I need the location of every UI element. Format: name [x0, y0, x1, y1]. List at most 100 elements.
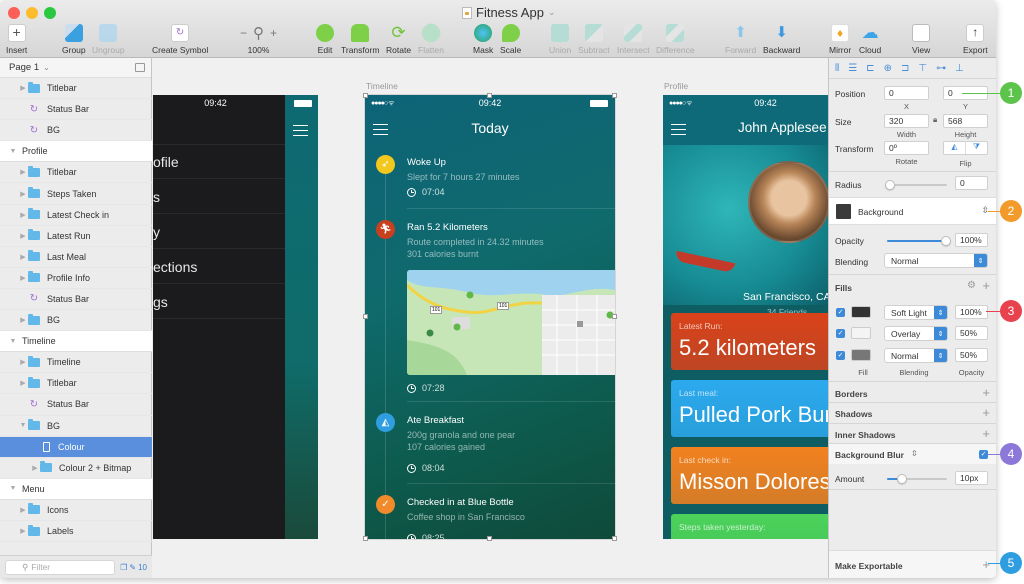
collapse-pages-icon[interactable]	[135, 63, 145, 72]
background-blur-checkbox[interactable]: ✓	[979, 450, 988, 459]
hamburger-icon[interactable]	[293, 125, 308, 136]
lock-icon[interactable]: 🔒︎	[933, 115, 937, 125]
fill-blend-select[interactable]: Soft Light ⇕	[884, 305, 948, 320]
background-blur-title[interactable]: Background Blur	[835, 450, 904, 460]
radius-slider-knob[interactable]	[885, 180, 895, 190]
layer-row[interactable]: ▶ Icons	[0, 500, 152, 521]
timeline-artboard[interactable]: ●●●●○ ᯤ 09:42 Today ➶ Woke Up Slept for 7 …	[364, 94, 616, 540]
resize-handle[interactable]	[487, 93, 492, 98]
add-shadow-button[interactable]: +	[982, 406, 990, 419]
position-x-field[interactable]: 0	[884, 86, 929, 100]
layer-row[interactable]: ↻ BG	[0, 120, 152, 142]
layer-row[interactable]: Colour	[0, 436, 152, 458]
profile-card[interactable]: Last check in: Misson Dolores	[671, 447, 828, 504]
fill-opacity-field[interactable]: 100%	[955, 305, 988, 319]
menu-item-profile[interactable]: ofile	[153, 145, 285, 179]
opacity-slider[interactable]	[887, 236, 951, 246]
resize-handle[interactable]	[363, 314, 368, 319]
align-center-icon[interactable]: ⊕	[884, 63, 892, 74]
filter-input[interactable]: ⚲ Filter	[5, 559, 116, 575]
view-button[interactable]: View	[912, 24, 930, 55]
resize-handle[interactable]	[363, 93, 368, 98]
blending-select[interactable]: Normal ⇕	[884, 253, 988, 268]
align-left-icon[interactable]: ⊏	[866, 63, 874, 74]
flip-horizontal-icon[interactable]: ◭	[944, 142, 966, 154]
layer-row[interactable]: ▶ Timeline	[0, 352, 152, 374]
menu-artboard[interactable]: 09:42 ofile s y ections gs	[153, 95, 318, 539]
layer-row[interactable]: ▼ Menu	[0, 478, 152, 500]
profile-artboard-label[interactable]: Profile	[664, 81, 688, 91]
intersect-button[interactable]: Intersect	[617, 24, 650, 55]
fill-color-swatch[interactable]	[851, 306, 871, 318]
distribute-vertical-icon[interactable]: ☰	[848, 63, 857, 74]
layer-row[interactable]: ↻ Status Bar	[0, 394, 152, 416]
layer-row[interactable]: ▶ Labels	[0, 521, 152, 543]
flatten-button[interactable]: Flatten	[418, 20, 444, 55]
layer-row[interactable]: ↻ Status Bar	[0, 99, 152, 121]
resize-handle[interactable]	[612, 93, 617, 98]
window-title[interactable]: Fitness App ⌄	[462, 5, 555, 20]
opacity-slider-knob[interactable]	[941, 236, 951, 246]
disclosure-open-icon[interactable]: ▼	[8, 485, 18, 492]
shared-style-selector[interactable]: Background ⇳	[829, 197, 996, 225]
transform-button[interactable]: Transform	[341, 24, 379, 55]
blur-amount-slider[interactable]	[887, 474, 947, 484]
subtract-button[interactable]: Subtract	[578, 24, 610, 55]
add-border-button[interactable]: +	[982, 386, 990, 399]
mirror-button[interactable]: ♦ Mirror	[829, 24, 851, 55]
create-symbol-button[interactable]: ↻ Create Symbol	[152, 24, 208, 55]
gear-icon[interactable]: ⚙	[967, 280, 976, 291]
backward-button[interactable]: ⬇ Backward	[763, 24, 800, 55]
layer-row[interactable]: ▼ BG	[0, 416, 152, 437]
cloud-button[interactable]: ☁ Cloud	[859, 24, 881, 56]
profile-artboard[interactable]: ●●●●○ ᯤ 09:42 John Applesee San Francisc…	[663, 95, 828, 539]
profile-card[interactable]: Latest Run: 5.2 kilometers	[671, 313, 828, 370]
mask-button[interactable]: Mask	[473, 24, 493, 55]
disclosure-open-icon[interactable]: ▼	[18, 422, 28, 429]
fill-color-swatch[interactable]	[851, 327, 871, 339]
fill-enabled-checkbox[interactable]: ✓	[836, 308, 845, 317]
add-inner-shadow-button[interactable]: +	[982, 427, 990, 440]
layer-row[interactable]: ▶ Latest Check in	[0, 205, 152, 226]
pencil-icon[interactable]: ✎	[129, 563, 136, 572]
layer-row[interactable]: ▼ Timeline	[0, 331, 152, 353]
layer-row[interactable]: ▶ Titlebar	[0, 373, 152, 395]
layer-row[interactable]: ↻ Status Bar	[0, 289, 152, 311]
disclosure-closed-icon[interactable]: ▶	[18, 379, 28, 387]
distribute-horizontal-icon[interactable]: ⫴	[835, 63, 839, 74]
fill-blend-select[interactable]: Overlay ⇕	[884, 326, 948, 341]
align-middle-icon[interactable]: ⊶	[936, 63, 946, 74]
export-button[interactable]: ↑ Export	[963, 24, 988, 55]
disclosure-closed-icon[interactable]: ▶	[18, 358, 28, 366]
close-button[interactable]	[8, 7, 20, 19]
timeline-artboard-label[interactable]: Timeline	[366, 81, 398, 91]
canvas[interactable]: 09:42 ofile s y ections gs Timeline ●●●●…	[153, 58, 828, 578]
radius-slider[interactable]	[885, 180, 947, 190]
blur-amount-field[interactable]: 10px	[955, 471, 988, 485]
rotate-field[interactable]: 0º	[884, 141, 929, 155]
layer-row[interactable]: ▼ Profile	[0, 141, 152, 163]
align-bottom-icon[interactable]: ⊥	[955, 63, 964, 74]
layer-row[interactable]: ▶ Titlebar	[0, 78, 152, 100]
updown-chevron-icon[interactable]: ⇳	[911, 449, 918, 458]
avatar[interactable]	[748, 161, 828, 243]
resize-handle[interactable]	[487, 536, 492, 541]
profile-card[interactable]: Last meal: Pulled Pork Burr	[671, 380, 828, 437]
scale-button[interactable]: Scale	[500, 24, 521, 55]
layer-row[interactable]: ▶ Latest Run	[0, 226, 152, 247]
difference-button[interactable]: Difference	[656, 24, 695, 55]
align-top-icon[interactable]: ⊤	[918, 63, 927, 74]
minimize-button[interactable]	[26, 7, 38, 19]
group-button[interactable]: Group	[62, 24, 86, 55]
resize-handle[interactable]	[363, 536, 368, 541]
fill-blend-select[interactable]: Normal ⇕	[884, 348, 948, 363]
ungroup-button[interactable]: Ungroup	[92, 24, 125, 55]
fill-color-swatch[interactable]	[851, 349, 871, 361]
menu-item[interactable]: y	[153, 215, 285, 249]
forward-button[interactable]: ⬆ Forward	[725, 24, 756, 55]
disclosure-open-icon[interactable]: ▼	[8, 338, 18, 345]
radius-field[interactable]: 0	[955, 176, 988, 190]
zoom-control[interactable]: − ⚲ + 100%	[240, 24, 277, 55]
disclosure-closed-icon[interactable]: ▶	[30, 464, 40, 472]
disclosure-closed-icon[interactable]: ▶	[18, 506, 28, 514]
